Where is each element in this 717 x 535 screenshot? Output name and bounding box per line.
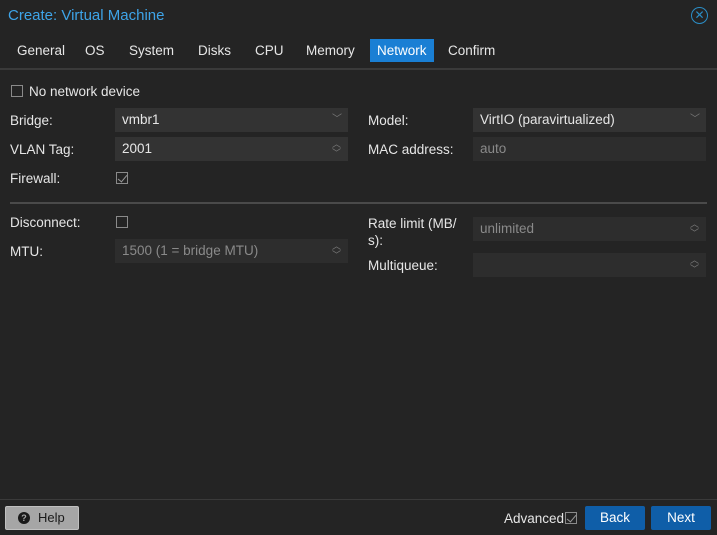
- spinner-icon[interactable]: ︿ ﹀: [332, 140, 341, 158]
- no-network-device-checkbox[interactable]: [11, 85, 23, 97]
- vlan-tag-value: 2001: [122, 141, 153, 156]
- model-select[interactable]: VirtIO (paravirtualized) ﹀: [473, 108, 706, 132]
- no-network-device-label: No network device: [29, 84, 141, 99]
- back-button[interactable]: Back: [585, 506, 645, 530]
- tab-bar: General OS System Disks CPU Memory Netwo…: [0, 39, 717, 70]
- advanced-label: Advanced: [504, 511, 565, 526]
- mtu-label: MTU:: [10, 244, 43, 259]
- help-button-label: Help: [38, 510, 65, 525]
- tab-os[interactable]: OS: [78, 39, 112, 62]
- tab-disks[interactable]: Disks: [191, 39, 238, 62]
- tab-system[interactable]: System: [122, 39, 181, 62]
- rate-limit-label-line1: Rate limit (MB/: [368, 216, 457, 231]
- chevron-down-icon[interactable]: ﹀: [690, 108, 700, 132]
- model-value: VirtIO (paravirtualized): [480, 112, 615, 127]
- tab-general[interactable]: General: [10, 39, 72, 62]
- tab-network[interactable]: Network: [370, 39, 434, 62]
- mac-address-placeholder: auto: [480, 141, 507, 156]
- tab-cpu[interactable]: CPU: [248, 39, 291, 62]
- rate-limit-placeholder: unlimited: [480, 221, 535, 236]
- section-divider: [10, 202, 707, 204]
- vlan-tag-label: VLAN Tag:: [10, 142, 75, 157]
- mac-address-input[interactable]: auto: [473, 137, 706, 161]
- rate-limit-label-line2: s):: [368, 233, 383, 248]
- question-circle-icon: ?: [18, 512, 30, 524]
- window-title: Create: Virtual Machine: [8, 7, 165, 24]
- mac-address-label: MAC address:: [368, 142, 454, 157]
- spinner-icon[interactable]: ︿ ﹀: [690, 256, 699, 274]
- help-button[interactable]: ? Help: [5, 506, 79, 530]
- bridge-label: Bridge:: [10, 113, 53, 128]
- next-button[interactable]: Next: [651, 506, 711, 530]
- close-icon[interactable]: ✕: [691, 7, 708, 24]
- advanced-checkbox[interactable]: [565, 512, 577, 524]
- bridge-select[interactable]: vmbr1 ﹀: [115, 108, 348, 132]
- rate-limit-input[interactable]: unlimited ︿ ﹀: [473, 217, 706, 241]
- mtu-placeholder: 1500 (1 = bridge MTU): [122, 243, 259, 258]
- vlan-tag-input[interactable]: 2001 ︿ ﹀: [115, 137, 348, 161]
- spinner-icon[interactable]: ︿ ﹀: [332, 242, 341, 260]
- mtu-input[interactable]: 1500 (1 = bridge MTU) ︿ ﹀: [115, 239, 348, 263]
- firewall-label: Firewall:: [10, 171, 61, 186]
- rate-limit-label: Rate limit (MB/ s):: [368, 215, 457, 249]
- multiqueue-input[interactable]: ︿ ﹀: [473, 253, 706, 277]
- firewall-checkbox[interactable]: [116, 172, 128, 184]
- spinner-icon[interactable]: ︿ ﹀: [690, 220, 699, 238]
- footer-divider: [0, 499, 717, 500]
- model-label: Model:: [368, 113, 409, 128]
- disconnect-checkbox[interactable]: [116, 216, 128, 228]
- bridge-value: vmbr1: [122, 112, 160, 127]
- chevron-down-icon[interactable]: ﹀: [332, 108, 342, 132]
- disconnect-label: Disconnect:: [10, 215, 81, 230]
- tab-memory[interactable]: Memory: [299, 39, 362, 62]
- multiqueue-label: Multiqueue:: [368, 258, 438, 273]
- tab-confirm[interactable]: Confirm: [441, 39, 502, 62]
